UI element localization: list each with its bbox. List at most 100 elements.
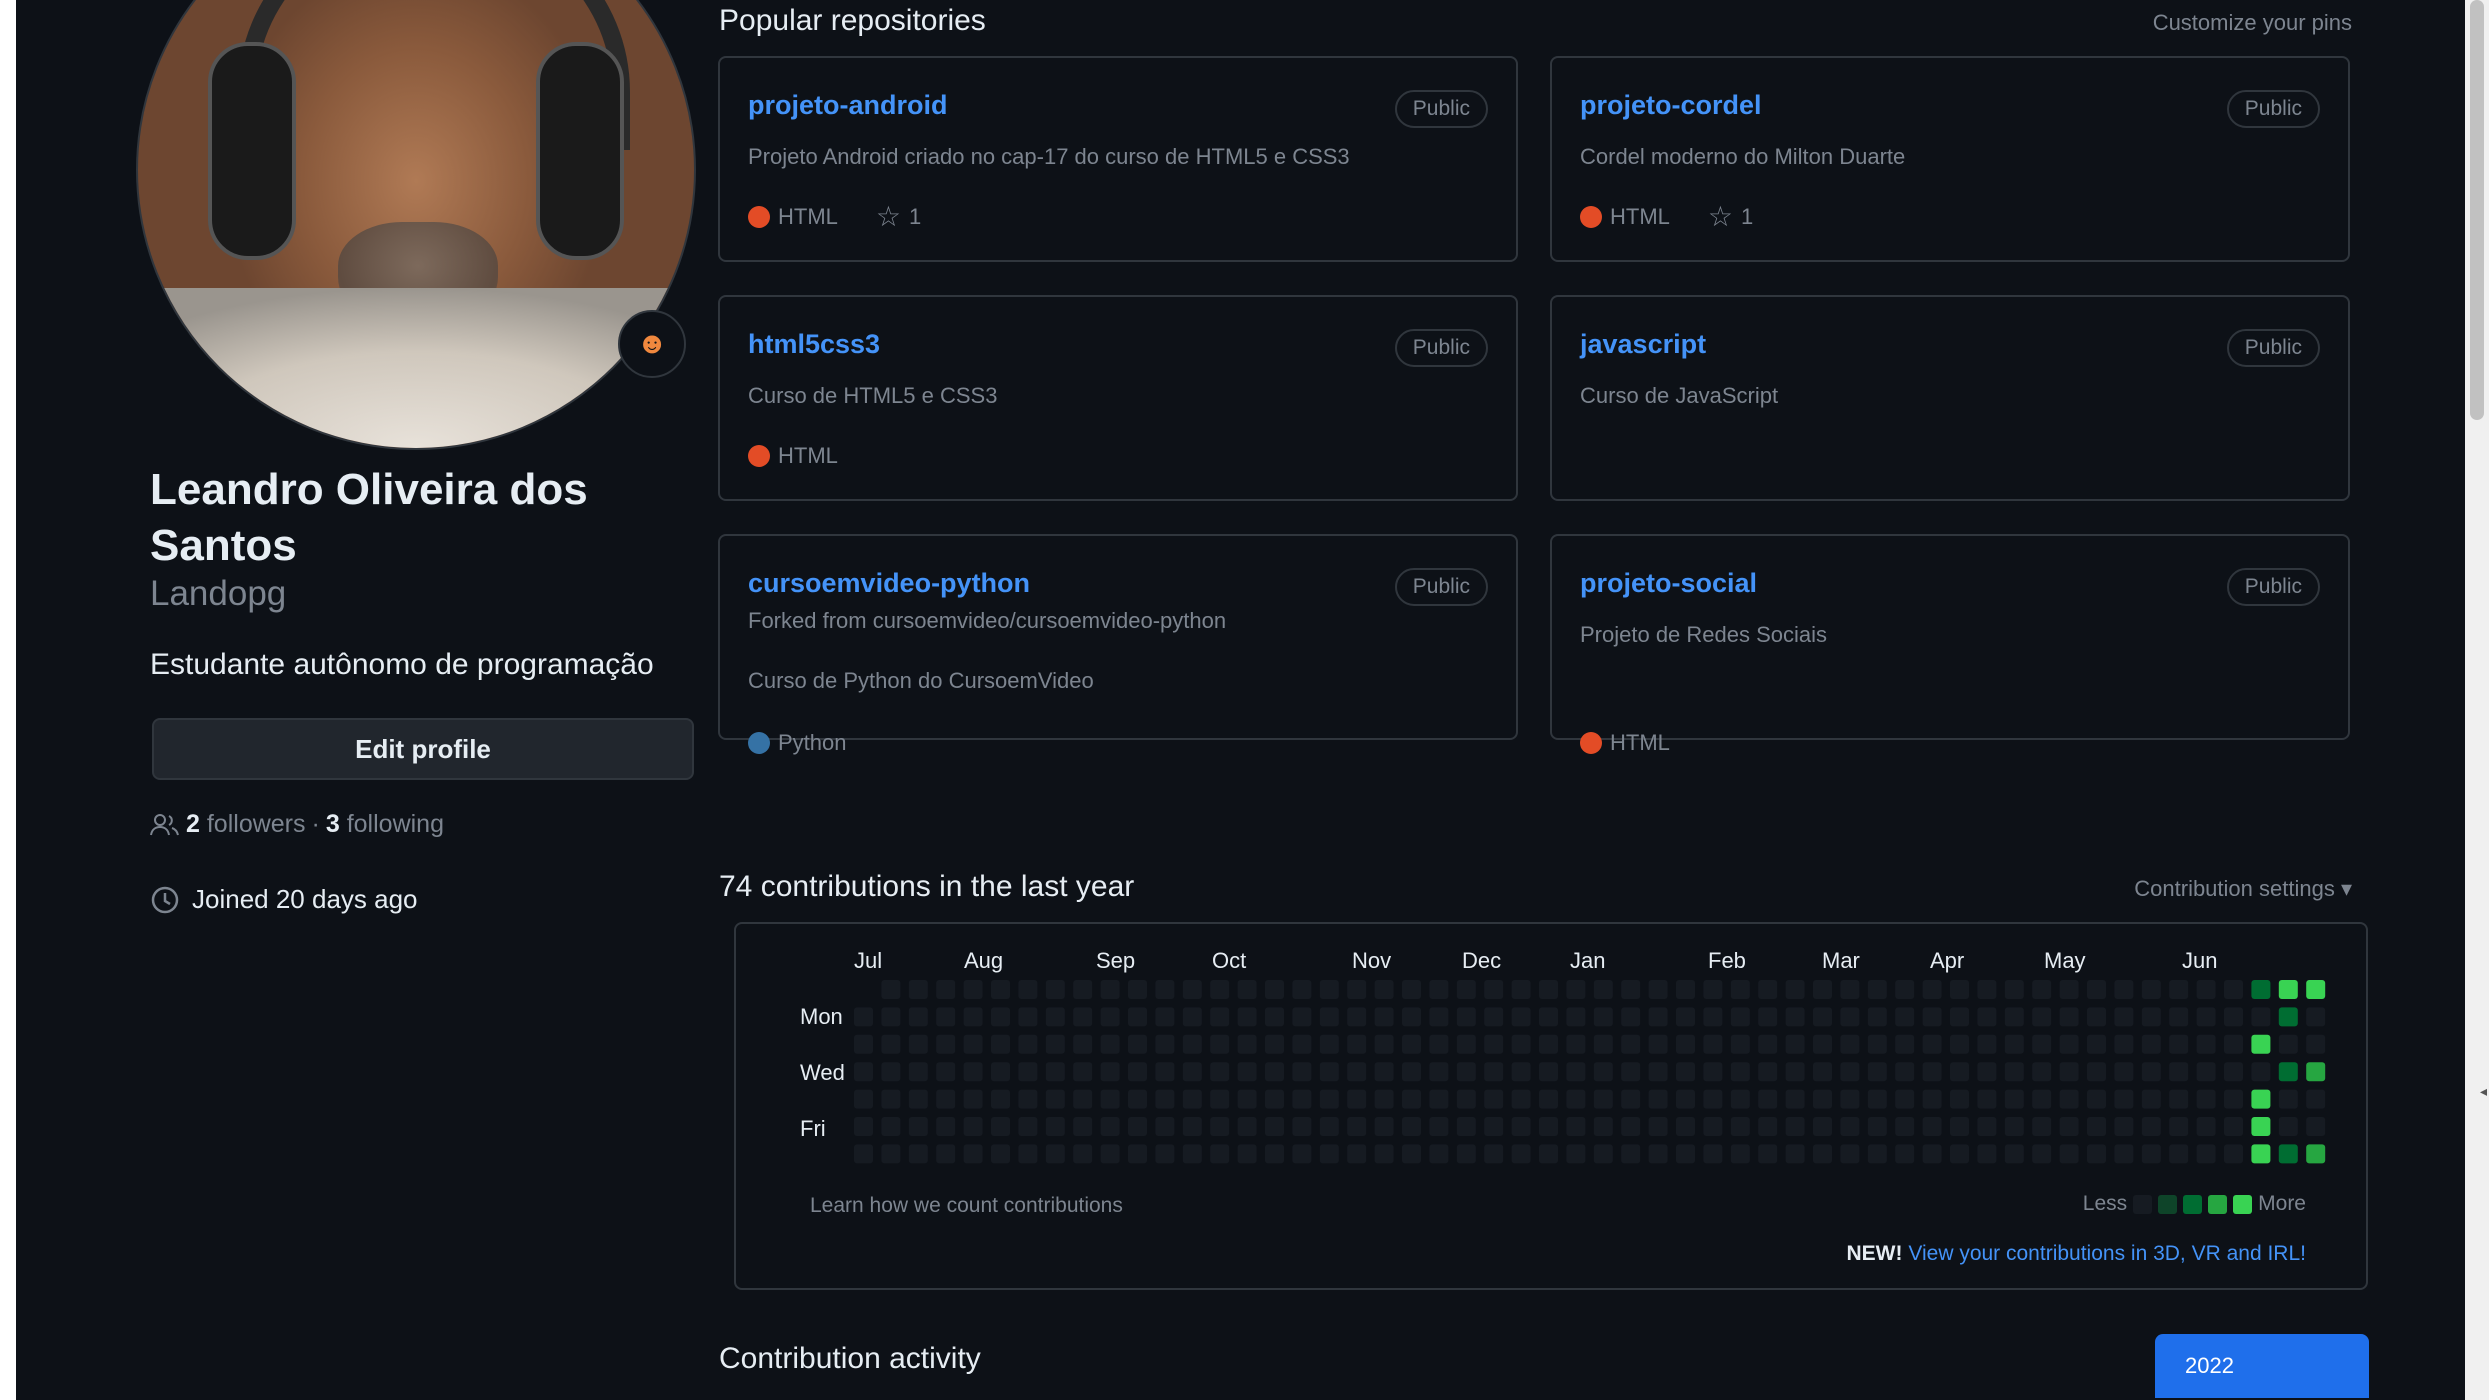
contribution-day[interactable] bbox=[2251, 1034, 2271, 1054]
contribution-day[interactable] bbox=[1895, 1034, 1915, 1054]
contribution-day[interactable] bbox=[1045, 1144, 1065, 1164]
contribution-day[interactable] bbox=[1813, 1007, 1832, 1027]
contribution-day[interactable] bbox=[1593, 1007, 1613, 1027]
contribution-day[interactable] bbox=[908, 1062, 928, 1082]
contribution-day[interactable] bbox=[1347, 1089, 1367, 1109]
contribution-day[interactable] bbox=[1456, 1144, 1476, 1164]
contribution-day[interactable] bbox=[881, 980, 901, 999]
contribution-day[interactable] bbox=[1182, 1007, 1202, 1027]
contribution-day[interactable] bbox=[1155, 1007, 1175, 1027]
contribution-day[interactable] bbox=[1100, 1062, 1120, 1082]
contribution-day[interactable] bbox=[854, 1144, 873, 1164]
contribution-day[interactable] bbox=[1045, 1117, 1065, 1136]
contribution-day[interactable] bbox=[2169, 1144, 2189, 1164]
contribution-day[interactable] bbox=[2224, 1089, 2243, 1109]
contribution-day[interactable] bbox=[1374, 1117, 1394, 1136]
contribution-day[interactable] bbox=[1539, 1034, 1558, 1054]
contribution-day[interactable] bbox=[2306, 980, 2326, 999]
contribution-day[interactable] bbox=[1977, 1007, 1997, 1027]
contribution-day[interactable] bbox=[963, 1062, 983, 1082]
contribution-day[interactable] bbox=[1922, 1117, 1942, 1136]
contribution-day[interactable] bbox=[1265, 980, 1284, 999]
contribution-day[interactable] bbox=[1018, 980, 1038, 999]
contribution-day[interactable] bbox=[1867, 1089, 1887, 1109]
learn-contributions-link[interactable]: Learn how we count contributions bbox=[810, 1194, 1123, 1218]
contribution-day[interactable] bbox=[1566, 1062, 1586, 1082]
contribution-day[interactable] bbox=[1593, 1034, 1613, 1054]
contribution-day[interactable] bbox=[854, 1062, 873, 1082]
contribution-day[interactable] bbox=[1484, 1089, 1504, 1109]
contribution-day[interactable] bbox=[1319, 1117, 1339, 1136]
contribution-day[interactable] bbox=[2032, 1089, 2052, 1109]
contribution-day[interactable] bbox=[2278, 1144, 2298, 1164]
contribution-day[interactable] bbox=[1155, 1144, 1175, 1164]
contribution-day[interactable] bbox=[1402, 1034, 1421, 1054]
contribution-day[interactable] bbox=[854, 1089, 873, 1109]
contribution-day[interactable] bbox=[1758, 1007, 1778, 1027]
contribution-day[interactable] bbox=[1566, 1007, 1586, 1027]
contribution-day[interactable] bbox=[1045, 980, 1065, 999]
contribution-day[interactable] bbox=[2004, 1117, 2024, 1136]
contribution-day[interactable] bbox=[908, 1007, 928, 1027]
contribution-day[interactable] bbox=[1045, 1089, 1065, 1109]
contribution-day[interactable] bbox=[1648, 1117, 1668, 1136]
contribution-day[interactable] bbox=[991, 1089, 1010, 1109]
contribution-day[interactable] bbox=[991, 980, 1010, 999]
contribution-day[interactable] bbox=[1758, 980, 1778, 999]
contribution-day[interactable] bbox=[1621, 1007, 1641, 1027]
contribution-day[interactable] bbox=[2224, 1062, 2243, 1082]
contribution-day[interactable] bbox=[1730, 1144, 1750, 1164]
contribution-day[interactable] bbox=[1621, 980, 1641, 999]
contribution-day[interactable] bbox=[2004, 1144, 2024, 1164]
contribution-day[interactable] bbox=[1648, 1007, 1668, 1027]
news-link[interactable]: View your contributions in 3D, VR and IR… bbox=[1908, 1242, 2306, 1265]
contribution-day[interactable] bbox=[1676, 1117, 1695, 1136]
contribution-day[interactable] bbox=[1840, 1007, 1860, 1027]
contribution-day[interactable] bbox=[2004, 1007, 2024, 1027]
contribution-day[interactable] bbox=[1374, 1144, 1394, 1164]
contribution-day[interactable] bbox=[991, 1034, 1010, 1054]
contribution-day[interactable] bbox=[1319, 1089, 1339, 1109]
contribution-day[interactable] bbox=[963, 1117, 983, 1136]
contribution-day[interactable] bbox=[1922, 1007, 1942, 1027]
contribution-day[interactable] bbox=[2196, 980, 2216, 999]
contribution-day[interactable] bbox=[2059, 1144, 2079, 1164]
contribution-day[interactable] bbox=[1922, 1034, 1942, 1054]
contribution-day[interactable] bbox=[1867, 1007, 1887, 1027]
stars-link[interactable]: ☆ 1 bbox=[876, 203, 921, 231]
contribution-day[interactable] bbox=[2306, 1117, 2326, 1136]
contribution-day[interactable] bbox=[2004, 1089, 2024, 1109]
contribution-day[interactable] bbox=[2032, 1062, 2052, 1082]
contribution-day[interactable] bbox=[1758, 1034, 1778, 1054]
contribution-day[interactable] bbox=[1758, 1062, 1778, 1082]
contribution-day[interactable] bbox=[1429, 1034, 1449, 1054]
contribution-day[interactable] bbox=[2169, 1034, 2189, 1054]
contribution-day[interactable] bbox=[1265, 1034, 1284, 1054]
contribution-day[interactable] bbox=[2278, 1117, 2298, 1136]
contribution-day[interactable] bbox=[1182, 1034, 1202, 1054]
contribution-day[interactable] bbox=[2196, 1117, 2216, 1136]
contribution-day[interactable] bbox=[908, 1089, 928, 1109]
contribution-day[interactable] bbox=[2251, 1089, 2271, 1109]
contribution-day[interactable] bbox=[963, 1144, 983, 1164]
contribution-day[interactable] bbox=[1539, 1117, 1558, 1136]
contribution-day[interactable] bbox=[1456, 1089, 1476, 1109]
contribution-day[interactable] bbox=[936, 1034, 956, 1054]
contribution-day[interactable] bbox=[936, 1062, 956, 1082]
contribution-day[interactable] bbox=[1429, 980, 1449, 999]
stars-link[interactable]: ☆ 1 bbox=[1708, 203, 1753, 231]
contribution-day[interactable] bbox=[1292, 1007, 1312, 1027]
contribution-day[interactable] bbox=[2087, 1034, 2106, 1054]
repo-name-link[interactable]: javascript bbox=[1580, 329, 1706, 360]
contribution-day[interactable] bbox=[1402, 1144, 1421, 1164]
contribution-day[interactable] bbox=[1566, 1034, 1586, 1054]
contribution-day[interactable] bbox=[2196, 1144, 2216, 1164]
contribution-day[interactable] bbox=[2141, 1007, 2161, 1027]
contribution-day[interactable] bbox=[2224, 1007, 2243, 1027]
contribution-day[interactable] bbox=[1292, 1034, 1312, 1054]
contribution-day[interactable] bbox=[1676, 1144, 1695, 1164]
contribution-day[interactable] bbox=[1867, 980, 1887, 999]
contribution-day[interactable] bbox=[1100, 1089, 1120, 1109]
contribution-day[interactable] bbox=[1703, 1144, 1723, 1164]
contribution-day[interactable] bbox=[1566, 1089, 1586, 1109]
